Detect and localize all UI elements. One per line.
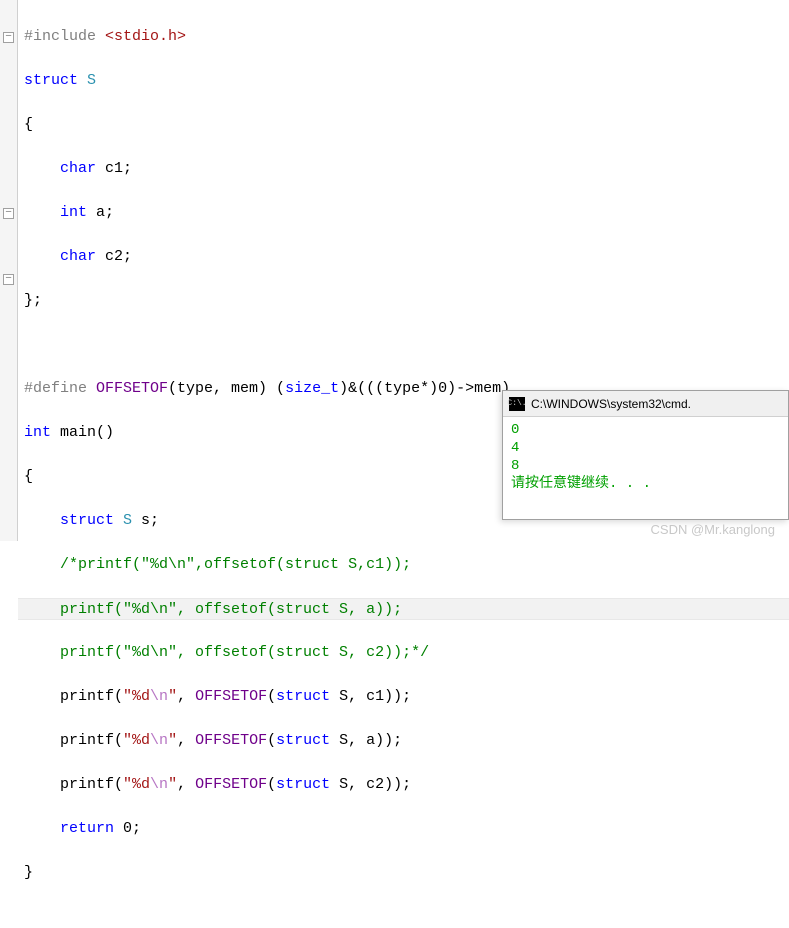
console-output: 0 4 8 请按任意键继续. . . [503, 417, 788, 497]
macro-params: (type, mem) ( [168, 380, 285, 397]
paren: ( [267, 732, 276, 749]
struct-end: }; [24, 290, 789, 312]
fmt-str: "%d [123, 732, 150, 749]
member-c2: c2; [96, 248, 132, 265]
output-line-2: 4 [511, 439, 780, 457]
return-keyword: return [60, 820, 114, 837]
macro-body: )&(((type*)0)->mem) [339, 380, 510, 397]
comment-line1: /*printf("%d\n",offsetof(struct S,c1)); [60, 556, 411, 573]
struct-name: S [78, 72, 96, 89]
escape-seq: \n [150, 732, 168, 749]
macro-name: OFFSETOF [87, 380, 168, 397]
printf-call: printf( [60, 776, 123, 793]
console-window[interactable]: C:\. C:\WINDOWS\system32\cmd. 0 4 8 请按任意… [502, 390, 789, 520]
paren: ( [267, 776, 276, 793]
fold-toggle-struct[interactable]: − [3, 32, 14, 43]
member-c1: c1; [96, 160, 132, 177]
escape-seq: \n [150, 688, 168, 705]
main-decl: main() [51, 424, 114, 441]
return-val: 0; [114, 820, 141, 837]
struct-keyword: struct [276, 732, 330, 749]
include-header: <stdio.h> [96, 28, 186, 45]
struct-keyword: struct [60, 512, 114, 529]
output-line-3: 8 [511, 457, 780, 475]
sizet-type: size_t [285, 380, 339, 397]
watermark: CSDN @Mr.kanglong [651, 522, 775, 537]
printf-call: printf( [60, 732, 123, 749]
fmt-str-end: " [168, 732, 177, 749]
brace-close: } [24, 862, 789, 884]
brace-open: { [24, 114, 789, 136]
define-directive: #define [24, 380, 87, 397]
comma: , [177, 776, 195, 793]
args-a: S, a)); [330, 732, 402, 749]
macro-call: OFFSETOF [195, 776, 267, 793]
press-any-key: 请按任意键继续. . . [511, 475, 780, 493]
comment-line3: printf("%d\n", offsetof(struct S, c2));*… [60, 644, 429, 661]
fmt-str: "%d [123, 688, 150, 705]
int-keyword: int [24, 424, 51, 441]
comma: , [177, 732, 195, 749]
console-title-bar[interactable]: C:\. C:\WINDOWS\system32\cmd. [503, 391, 788, 417]
printf-call: printf( [60, 688, 123, 705]
include-directive: #include [24, 28, 96, 45]
macro-call: OFFSETOF [195, 688, 267, 705]
escape-seq: \n [150, 776, 168, 793]
comma: , [177, 688, 195, 705]
fmt-str: "%d [123, 776, 150, 793]
macro-call: OFFSETOF [195, 732, 267, 749]
fmt-str-end: " [168, 688, 177, 705]
struct-keyword: struct [276, 688, 330, 705]
int-keyword: int [60, 204, 87, 221]
output-line-1: 0 [511, 421, 780, 439]
fmt-str-end: " [168, 776, 177, 793]
var-s: s; [132, 512, 159, 529]
member-a: a; [87, 204, 114, 221]
console-title: C:\WINDOWS\system32\cmd. [531, 397, 691, 411]
fold-gutter: − − − [0, 0, 18, 541]
struct-keyword: struct [276, 776, 330, 793]
cmd-icon: C:\. [509, 397, 525, 411]
char-keyword: char [60, 160, 96, 177]
args-c2: S, c2)); [330, 776, 411, 793]
args-c1: S, c1)); [330, 688, 411, 705]
paren: ( [267, 688, 276, 705]
blank-line [24, 334, 789, 356]
struct-keyword: struct [24, 72, 78, 89]
struct-type: S [114, 512, 132, 529]
fold-toggle-comment[interactable]: − [3, 274, 14, 285]
fold-toggle-main[interactable]: − [3, 208, 14, 219]
comment-line2: printf("%d\n", offsetof(struct S, a)); [60, 601, 402, 618]
char-keyword: char [60, 248, 96, 265]
